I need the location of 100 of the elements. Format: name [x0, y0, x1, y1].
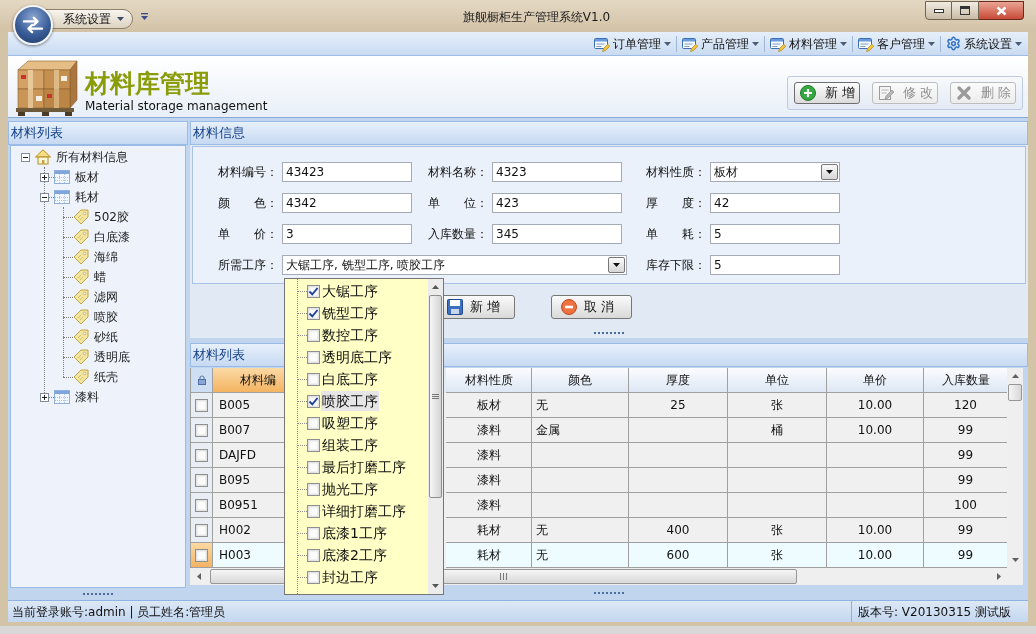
- checkbox[interactable]: [307, 460, 320, 474]
- column-header[interactable]: 材料编: [213, 368, 286, 393]
- checkbox[interactable]: [307, 416, 320, 430]
- input-field[interactable]: 42: [710, 193, 840, 213]
- checkbox[interactable]: [307, 350, 320, 364]
- checkbox[interactable]: [307, 372, 320, 386]
- tree-item[interactable]: 漆料: [54, 388, 101, 406]
- checkbox[interactable]: [307, 306, 320, 320]
- minus-box-icon[interactable]: [40, 192, 49, 202]
- menu-item[interactable]: 客户管理: [856, 32, 937, 55]
- column-header[interactable]: 颜色: [532, 368, 629, 393]
- row-header[interactable]: [191, 418, 213, 443]
- checkbox[interactable]: [307, 284, 320, 298]
- tree-item[interactable]: 502胶: [73, 208, 131, 226]
- minimize-button[interactable]: [925, 1, 952, 20]
- input-field[interactable]: 345: [492, 224, 622, 244]
- customize-caret-icon[interactable]: [141, 13, 148, 20]
- plus-box-icon[interactable]: [40, 172, 49, 182]
- row-header[interactable]: [191, 543, 213, 568]
- select-field[interactable]: 板材: [710, 162, 840, 182]
- checkbox[interactable]: [307, 328, 320, 342]
- splitter-grip-icon[interactable]: [594, 591, 624, 594]
- dropdown-button[interactable]: [821, 164, 838, 180]
- option-label[interactable]: 喷胶工序: [321, 391, 379, 411]
- tag-icon: [73, 229, 89, 245]
- input-field[interactable]: 5: [710, 255, 840, 275]
- checkbox[interactable]: [307, 438, 320, 452]
- tree-item[interactable]: 纸壳: [73, 368, 120, 386]
- tree-item[interactable]: 砂纸: [73, 328, 120, 346]
- menu-item[interactable]: 订单管理: [592, 32, 673, 55]
- dropdown-button[interactable]: [608, 257, 625, 273]
- menu-item[interactable]: 材料管理: [768, 32, 849, 55]
- scroll-thumb[interactable]: [1008, 384, 1022, 401]
- column-header[interactable]: 厚度: [629, 368, 728, 393]
- column-header[interactable]: 材料性质: [446, 368, 532, 393]
- tree-item[interactable]: 海绵: [73, 248, 120, 266]
- maximize-button[interactable]: [952, 1, 979, 20]
- input-field[interactable]: 423: [492, 193, 622, 213]
- option-label[interactable]: 封边工序: [321, 567, 379, 587]
- scroll-thumb[interactable]: [429, 295, 442, 498]
- tree-item[interactable]: 滤网: [73, 288, 120, 306]
- option-label[interactable]: 详细打磨工序: [321, 501, 407, 521]
- cancel-button[interactable]: 取 消: [551, 295, 632, 319]
- input-field[interactable]: 4342: [282, 193, 412, 213]
- option-label[interactable]: 铣型工序: [321, 303, 379, 323]
- input-field[interactable]: 3: [282, 224, 412, 244]
- checkbox[interactable]: [307, 482, 320, 496]
- add-button[interactable]: 新 增: [794, 82, 860, 104]
- checkbox[interactable]: [195, 448, 208, 462]
- plus-box-icon[interactable]: [40, 392, 49, 402]
- tag-icon: [73, 309, 89, 325]
- row-header[interactable]: [191, 443, 213, 468]
- option-label[interactable]: 数控工序: [321, 325, 379, 345]
- option-label[interactable]: 最后打磨工序: [321, 457, 407, 477]
- tree-item[interactable]: 所有材料信息: [35, 148, 130, 166]
- tree-item[interactable]: 喷胶: [73, 308, 120, 326]
- option-label[interactable]: 底漆2工序: [321, 545, 388, 565]
- row-header[interactable]: [191, 393, 213, 418]
- close-icon: [995, 5, 1007, 16]
- checkbox[interactable]: [307, 526, 320, 540]
- option-label[interactable]: 组装工序: [321, 435, 379, 455]
- column-header[interactable]: 单价: [827, 368, 924, 393]
- column-header[interactable]: 入库数量: [924, 368, 1008, 393]
- input-field[interactable]: 5: [710, 224, 840, 244]
- quick-access-button[interactable]: 系统设置: [45, 9, 133, 29]
- select-field[interactable]: 大锯工序, 铣型工序, 喷胶工序: [282, 255, 627, 275]
- row-header[interactable]: [191, 493, 213, 518]
- close-button[interactable]: [979, 1, 1024, 20]
- tree-item[interactable]: 蜡: [73, 268, 108, 286]
- option-label[interactable]: 大锯工序: [321, 281, 379, 301]
- checkbox[interactable]: [307, 504, 320, 518]
- checkbox[interactable]: [307, 548, 320, 562]
- column-header[interactable]: 单位: [728, 368, 827, 393]
- table-cell: B0951: [213, 493, 286, 518]
- vertical-scrollbar[interactable]: [428, 279, 443, 594]
- tree-item[interactable]: 透明底: [73, 348, 132, 366]
- checkbox[interactable]: [195, 498, 208, 512]
- row-header[interactable]: [191, 468, 213, 493]
- app-menu-button[interactable]: [13, 5, 53, 45]
- minus-box-icon[interactable]: [21, 152, 30, 162]
- menu-item[interactable]: 系统设置: [944, 32, 1024, 55]
- checkbox[interactable]: [195, 548, 208, 562]
- input-field[interactable]: 43423: [282, 162, 412, 182]
- option-label[interactable]: 白底工序: [321, 369, 379, 389]
- option-label[interactable]: 抛光工序: [321, 479, 379, 499]
- option-label[interactable]: 底漆1工序: [321, 523, 388, 543]
- option-label[interactable]: 吸塑工序: [321, 413, 379, 433]
- checkbox[interactable]: [307, 394, 320, 408]
- checkbox[interactable]: [195, 423, 208, 437]
- tree-item[interactable]: 耗材: [54, 188, 101, 206]
- tree-item[interactable]: 板材: [54, 168, 101, 186]
- input-field[interactable]: 4323: [492, 162, 622, 182]
- checkbox[interactable]: [195, 523, 208, 537]
- tree-item[interactable]: 白底漆: [73, 228, 132, 246]
- checkbox[interactable]: [195, 473, 208, 487]
- row-header[interactable]: [191, 518, 213, 543]
- menu-item[interactable]: 产品管理: [680, 32, 761, 55]
- checkbox[interactable]: [307, 570, 320, 584]
- checkbox[interactable]: [195, 398, 208, 412]
- option-label[interactable]: 透明底工序: [321, 347, 393, 367]
